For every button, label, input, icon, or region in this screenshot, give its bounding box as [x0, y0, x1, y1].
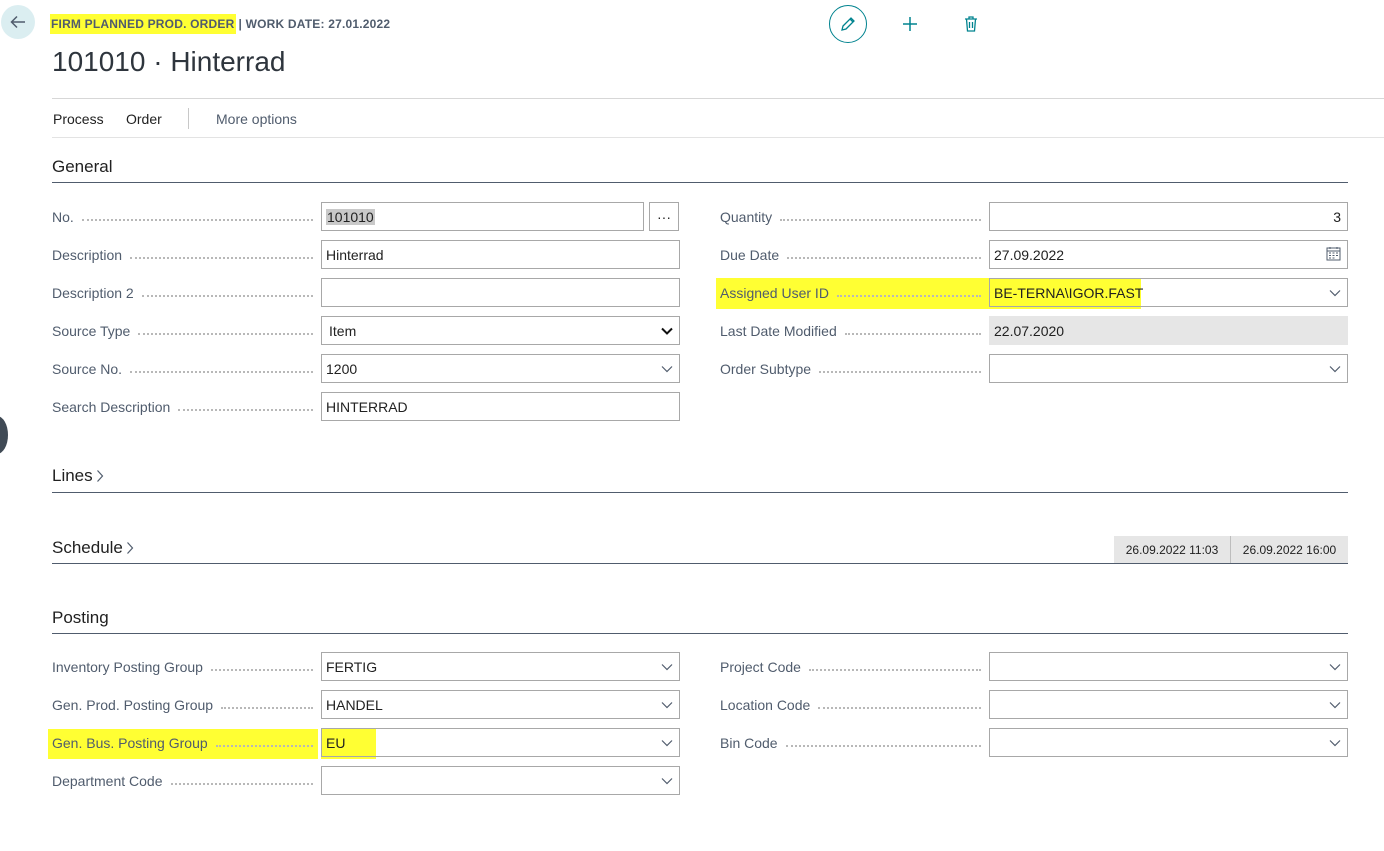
last-date-modified-value: 22.07.2020: [994, 322, 1065, 339]
quantity-value: 3: [1333, 208, 1341, 225]
field-label-assigned-user-id: Assigned User ID: [720, 283, 985, 303]
field-label-source-no: Source No.: [52, 359, 317, 379]
section-general-label: General: [52, 157, 113, 176]
gen-prod-posting-group-value: HANDEL: [326, 696, 383, 713]
no-field[interactable]: 101010: [321, 202, 644, 231]
action-order[interactable]: Order: [126, 111, 162, 127]
gen-bus-posting-group-value: EU: [326, 734, 346, 751]
new-button[interactable]: [896, 10, 924, 38]
chevron-down-icon[interactable]: [1329, 737, 1341, 749]
section-schedule-title[interactable]: Schedule: [52, 538, 134, 558]
trash-icon: [965, 16, 977, 32]
section-schedule-label: Schedule: [52, 538, 123, 557]
source-type-value: Item: [329, 322, 357, 339]
field-label-location-code: Location Code: [720, 695, 985, 715]
chevron-right-icon: [126, 542, 134, 554]
order-subtype-field[interactable]: [989, 354, 1348, 383]
back-arrow-icon: [10, 15, 25, 29]
delete-button[interactable]: [957, 10, 985, 38]
section-lines-title[interactable]: Lines: [52, 466, 104, 486]
schedule-end-badge: 26.09.2022 16:00: [1231, 536, 1348, 563]
pencil-icon: [841, 17, 855, 31]
field-label-source-type: Source Type: [52, 321, 317, 341]
chevron-down-icon[interactable]: [1329, 287, 1341, 299]
plus-icon: [903, 17, 917, 31]
chevron-down-icon[interactable]: [661, 363, 673, 375]
search-description-field[interactable]: HINTERRAD: [321, 392, 680, 421]
description-2-field[interactable]: [321, 278, 680, 307]
no-value: 101010: [326, 208, 375, 225]
field-label-last-date-modified: Last Date Modified: [720, 321, 985, 341]
work-date-caption: | WORK DATE: 27.01.2022: [238, 17, 391, 31]
page-title: 101010 · Hinterrad: [52, 46, 286, 77]
action-separator: [188, 108, 189, 129]
chevron-down-icon: [661, 325, 673, 337]
project-code-field[interactable]: [989, 652, 1348, 681]
section-posting-label: Posting: [52, 608, 109, 627]
side-panel-handle[interactable]: [0, 416, 8, 454]
section-lines-label: Lines: [52, 466, 93, 485]
section-lines-rule: [52, 492, 1348, 493]
field-label-order-subtype: Order Subtype: [720, 359, 985, 379]
field-label-gen-prod-posting-group: Gen. Prod. Posting Group: [52, 695, 317, 715]
field-label-gen-bus-posting-group: Gen. Bus. Posting Group: [52, 733, 317, 753]
chevron-right-icon: [96, 470, 103, 482]
field-label-quantity: Quantity: [720, 207, 985, 227]
field-label-project-code: Project Code: [720, 657, 985, 677]
field-label-search-description: Search Description: [52, 397, 317, 417]
calendar-icon[interactable]: [1326, 246, 1341, 264]
description-field[interactable]: Hinterrad: [321, 240, 680, 269]
search-description-value: HINTERRAD: [326, 398, 408, 415]
page-type-caption: FIRM PLANNED PROD. ORDER: [50, 14, 237, 34]
section-posting-rule: [52, 633, 1348, 634]
action-more-options[interactable]: More options: [216, 111, 297, 127]
location-code-field[interactable]: [989, 690, 1348, 719]
field-label-department-code: Department Code: [52, 771, 317, 791]
quantity-field[interactable]: 3: [989, 202, 1348, 231]
field-label-description-2: Description 2: [52, 283, 317, 303]
gen-bus-posting-group-field[interactable]: EU: [321, 728, 680, 757]
source-type-select[interactable]: Item: [321, 316, 680, 345]
chevron-down-icon[interactable]: [1329, 363, 1341, 375]
chevron-down-icon[interactable]: [661, 661, 673, 673]
page-caption: FIRM PLANNED PROD. ORDER | WORK DATE: 27…: [50, 14, 391, 34]
actionbar-top-divider: [52, 98, 1384, 99]
no-lookup-button[interactable]: ···: [649, 202, 679, 231]
source-no-value: 1200: [326, 360, 358, 377]
last-date-modified-field: 22.07.2020: [989, 316, 1348, 345]
field-label-inventory-posting-group: Inventory Posting Group: [52, 657, 317, 677]
description-value: Hinterrad: [326, 246, 384, 263]
assigned-user-id-value: BE-TERNA\IGOR.FAST: [994, 284, 1144, 301]
department-code-field[interactable]: [321, 766, 680, 795]
field-label-due-date: Due Date: [720, 245, 985, 265]
actionbar-bottom-divider: [52, 137, 1384, 138]
bin-code-field[interactable]: [989, 728, 1348, 757]
gen-prod-posting-group-field[interactable]: HANDEL: [321, 690, 680, 719]
due-date-field[interactable]: 27.09.2022: [989, 240, 1348, 269]
source-no-field[interactable]: 1200: [321, 354, 680, 383]
section-general-rule: [52, 182, 1348, 183]
action-process[interactable]: Process: [53, 111, 104, 127]
section-schedule-rule: [52, 563, 1348, 564]
chevron-down-icon[interactable]: [1329, 699, 1341, 711]
chevron-down-icon[interactable]: [1329, 661, 1341, 673]
back-button[interactable]: [1, 5, 35, 39]
field-label-no: No.: [52, 207, 317, 227]
chevron-down-icon[interactable]: [661, 699, 673, 711]
field-label-bin-code: Bin Code: [720, 733, 985, 753]
assigned-user-id-field[interactable]: BE-TERNA\IGOR.FAST: [989, 278, 1348, 307]
chevron-down-icon[interactable]: [661, 737, 673, 749]
section-general-title[interactable]: General: [52, 157, 112, 177]
field-label-description: Description: [52, 245, 317, 265]
inventory-posting-group-field[interactable]: FERTIG: [321, 652, 680, 681]
inventory-posting-group-value: FERTIG: [326, 658, 378, 675]
due-date-value: 27.09.2022: [994, 246, 1065, 263]
schedule-start-badge: 26.09.2022 11:03: [1114, 536, 1230, 563]
edit-button[interactable]: [829, 5, 867, 43]
section-posting-title[interactable]: Posting: [52, 608, 109, 628]
chevron-down-icon[interactable]: [661, 775, 673, 787]
